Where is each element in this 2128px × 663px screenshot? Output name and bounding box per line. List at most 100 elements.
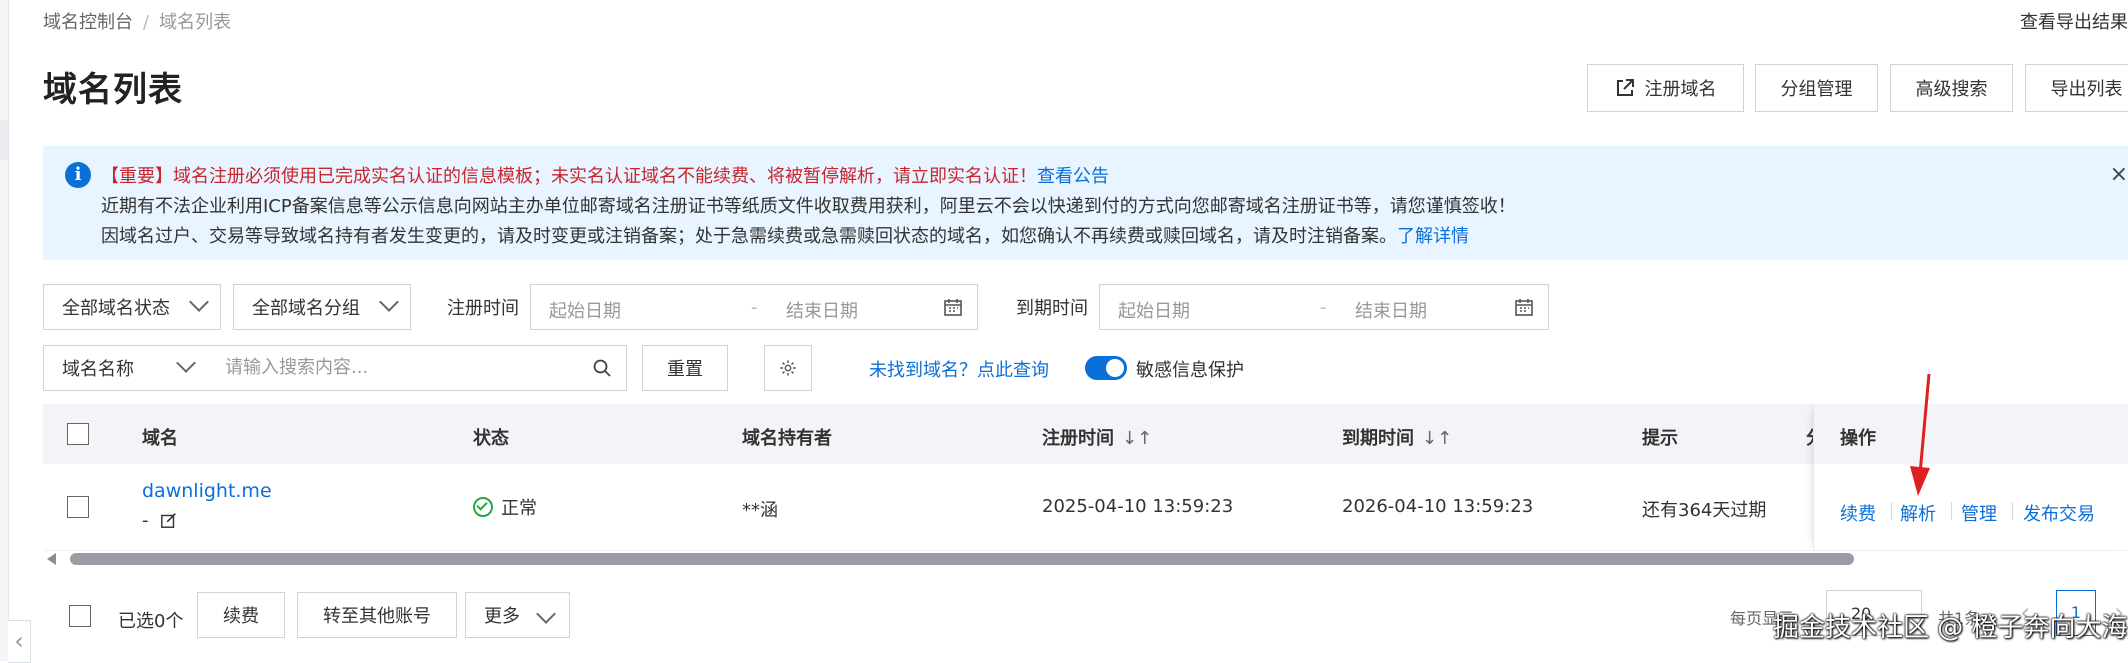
header-status: 状态	[473, 428, 509, 449]
sidebar-collapse-toggle[interactable]: ‹	[8, 620, 31, 663]
manage-link[interactable]: 管理	[1961, 500, 1997, 526]
scroll-left-arrow-icon[interactable]	[47, 553, 56, 565]
chevron-down-icon	[176, 353, 196, 373]
notice-line-fraud: 近期有不法企业利用ICP备案信息等公示信息向网站主办单位邮寄域名注册证书等纸质文…	[101, 196, 1516, 217]
breadcrumb-root[interactable]: 域名控制台	[43, 12, 133, 33]
breadcrumb-current: 域名列表	[159, 12, 232, 33]
op-divider	[1951, 502, 1952, 520]
sensitive-info-toggle[interactable]	[1085, 356, 1127, 380]
operations-header-bg: 操作	[1814, 404, 2128, 464]
header-domain: 域名	[142, 428, 178, 449]
advanced-search-button[interactable]: 高级搜索	[1890, 64, 2013, 112]
expiry-date-range[interactable]: 起始日期 - 结束日期	[1099, 284, 1549, 330]
header-registration-time-label: 注册时间	[1042, 428, 1114, 449]
domain-not-found-link[interactable]: 未找到域名？点此查询	[869, 356, 1049, 382]
register-domain-label: 注册域名	[1644, 79, 1717, 100]
info-icon: i	[65, 162, 91, 188]
edit-icon[interactable]	[160, 511, 178, 529]
sort-icon[interactable]: ↓↑	[1422, 428, 1452, 449]
notice-line-transfer: 因域名过户、交易等导致域名持有者发生变更的，请及时变更或注销备案；处于急需续费或…	[101, 222, 1469, 248]
check-circle-icon	[473, 497, 493, 517]
more-actions-label: 更多	[484, 606, 520, 627]
chevron-down-icon	[379, 292, 399, 312]
row-checkbox[interactable]	[67, 496, 89, 518]
group-management-button[interactable]: 分组管理	[1755, 64, 1878, 112]
domain-group-select[interactable]: 全部域名分组	[233, 284, 411, 330]
reg-start-date-placeholder: 起始日期	[549, 301, 621, 322]
registration-time: 2025-04-10 13:59:23	[1042, 496, 1234, 517]
external-link-icon	[1616, 79, 1634, 96]
op-divider	[1891, 502, 1892, 520]
search-type-select[interactable]: 域名名称	[43, 345, 208, 391]
domain-remark: -	[142, 510, 178, 531]
sensitive-info-label: 敏感信息保护	[1136, 360, 1244, 381]
registration-date-range[interactable]: 起始日期 - 结束日期	[530, 284, 978, 330]
export-list-button[interactable]: 导出列表	[2025, 64, 2128, 112]
view-announcement-link[interactable]: 查看公告	[1037, 166, 1109, 187]
domain-status-value: 全部域名状态	[62, 298, 170, 319]
select-all-checkbox[interactable]	[67, 423, 89, 445]
publish-trade-link[interactable]: 发布交易	[2023, 500, 2095, 526]
exp-start-date-placeholder: 起始日期	[1118, 301, 1190, 322]
breadcrumb-separator: /	[143, 12, 150, 33]
domain-name-text: dawnlight.me	[142, 480, 272, 502]
status-text: 正常	[501, 498, 537, 519]
scrollbar-thumb[interactable]	[70, 553, 1854, 565]
view-export-results-link[interactable]: 查看导出结果	[2020, 8, 2128, 34]
chevron-down-icon	[189, 292, 209, 312]
footer-select-all-checkbox[interactable]	[69, 605, 91, 627]
registration-time-label: 注册时间	[447, 298, 519, 319]
chevron-down-icon	[536, 604, 556, 624]
domain-group-value: 全部域名分组	[252, 298, 360, 319]
notice-line-important: 【重要】域名注册必须使用已完成实名认证的信息模板；未实名认证域名不能续费、将被暂…	[101, 162, 1109, 188]
breadcrumb: 域名控制台 / 域名列表	[43, 8, 231, 34]
operations-column: 操作 续费 解析 管理 发布交易	[1813, 404, 2128, 550]
domain-status-select[interactable]: 全部域名状态	[43, 284, 221, 330]
search-icon[interactable]	[592, 358, 612, 378]
op-divider	[2012, 502, 2013, 520]
domain-holder: **涵	[742, 500, 778, 521]
gear-icon	[780, 360, 796, 376]
expiry-time: 2026-04-10 13:59:23	[1342, 496, 1534, 517]
close-icon[interactable]: ×	[2110, 162, 2128, 187]
notice-transfer-text: 因域名过户、交易等导致域名持有者发生变更的，请及时变更或注销备案；处于急需续费或…	[101, 226, 1397, 247]
calendar-icon[interactable]	[1514, 297, 1534, 317]
header-operations: 操作	[1840, 428, 1876, 449]
date-range-dash: -	[1320, 297, 1327, 318]
sort-icon[interactable]: ↓↑	[1122, 428, 1152, 449]
expiry-hint: 还有364天过期	[1642, 500, 1767, 521]
domain-status: 正常	[473, 494, 537, 520]
learn-more-link[interactable]: 了解详情	[1397, 226, 1469, 247]
exp-end-date-placeholder: 结束日期	[1355, 301, 1427, 322]
toggle-knob	[1106, 359, 1124, 377]
calendar-icon[interactable]	[943, 297, 963, 317]
resolve-link[interactable]: 解析	[1900, 500, 1936, 526]
search-type-value: 域名名称	[62, 359, 134, 380]
selected-count: 已选0个	[118, 611, 184, 632]
reset-button[interactable]: 重置	[642, 345, 728, 391]
notice-important-text: 【重要】域名注册必须使用已完成实名认证的信息模板；未实名认证域名不能续费、将被暂…	[101, 166, 1037, 187]
transfer-account-button[interactable]: 转至其他账号	[297, 592, 457, 638]
more-actions-select[interactable]: 更多	[465, 592, 570, 638]
remark-text: -	[142, 510, 149, 531]
search-placeholder: 请输入搜索内容...	[225, 357, 369, 378]
header-hint: 提示	[1642, 428, 1678, 449]
watermark-text: 掘金技术社区 @ 橙子奔向大海	[1773, 613, 2128, 643]
page-title: 域名列表	[43, 70, 183, 110]
settings-button[interactable]	[764, 345, 812, 391]
header-registration-time[interactable]: 注册时间 ↓↑	[1042, 424, 1152, 450]
annotation-arrow-icon	[1910, 373, 1931, 496]
domain-name-link[interactable]: dawnlight.me	[142, 480, 272, 502]
header-expiry-time-label: 到期时间	[1342, 428, 1414, 449]
rail-tab	[0, 120, 8, 160]
notice-banner: i 【重要】域名注册必须使用已完成实名认证的信息模板；未实名认证域名不能续费、将…	[43, 146, 2128, 260]
date-range-dash: -	[751, 297, 758, 318]
renew-link[interactable]: 续费	[1840, 500, 1876, 526]
reg-end-date-placeholder: 结束日期	[786, 301, 858, 322]
search-input[interactable]: 请输入搜索内容...	[207, 345, 627, 391]
register-domain-button[interactable]: 注册域名	[1587, 64, 1744, 112]
header-holder: 域名持有者	[742, 428, 832, 449]
expiry-time-label: 到期时间	[1016, 298, 1088, 319]
batch-renew-button[interactable]: 续费	[197, 592, 285, 638]
header-expiry-time[interactable]: 到期时间 ↓↑	[1342, 424, 1452, 450]
